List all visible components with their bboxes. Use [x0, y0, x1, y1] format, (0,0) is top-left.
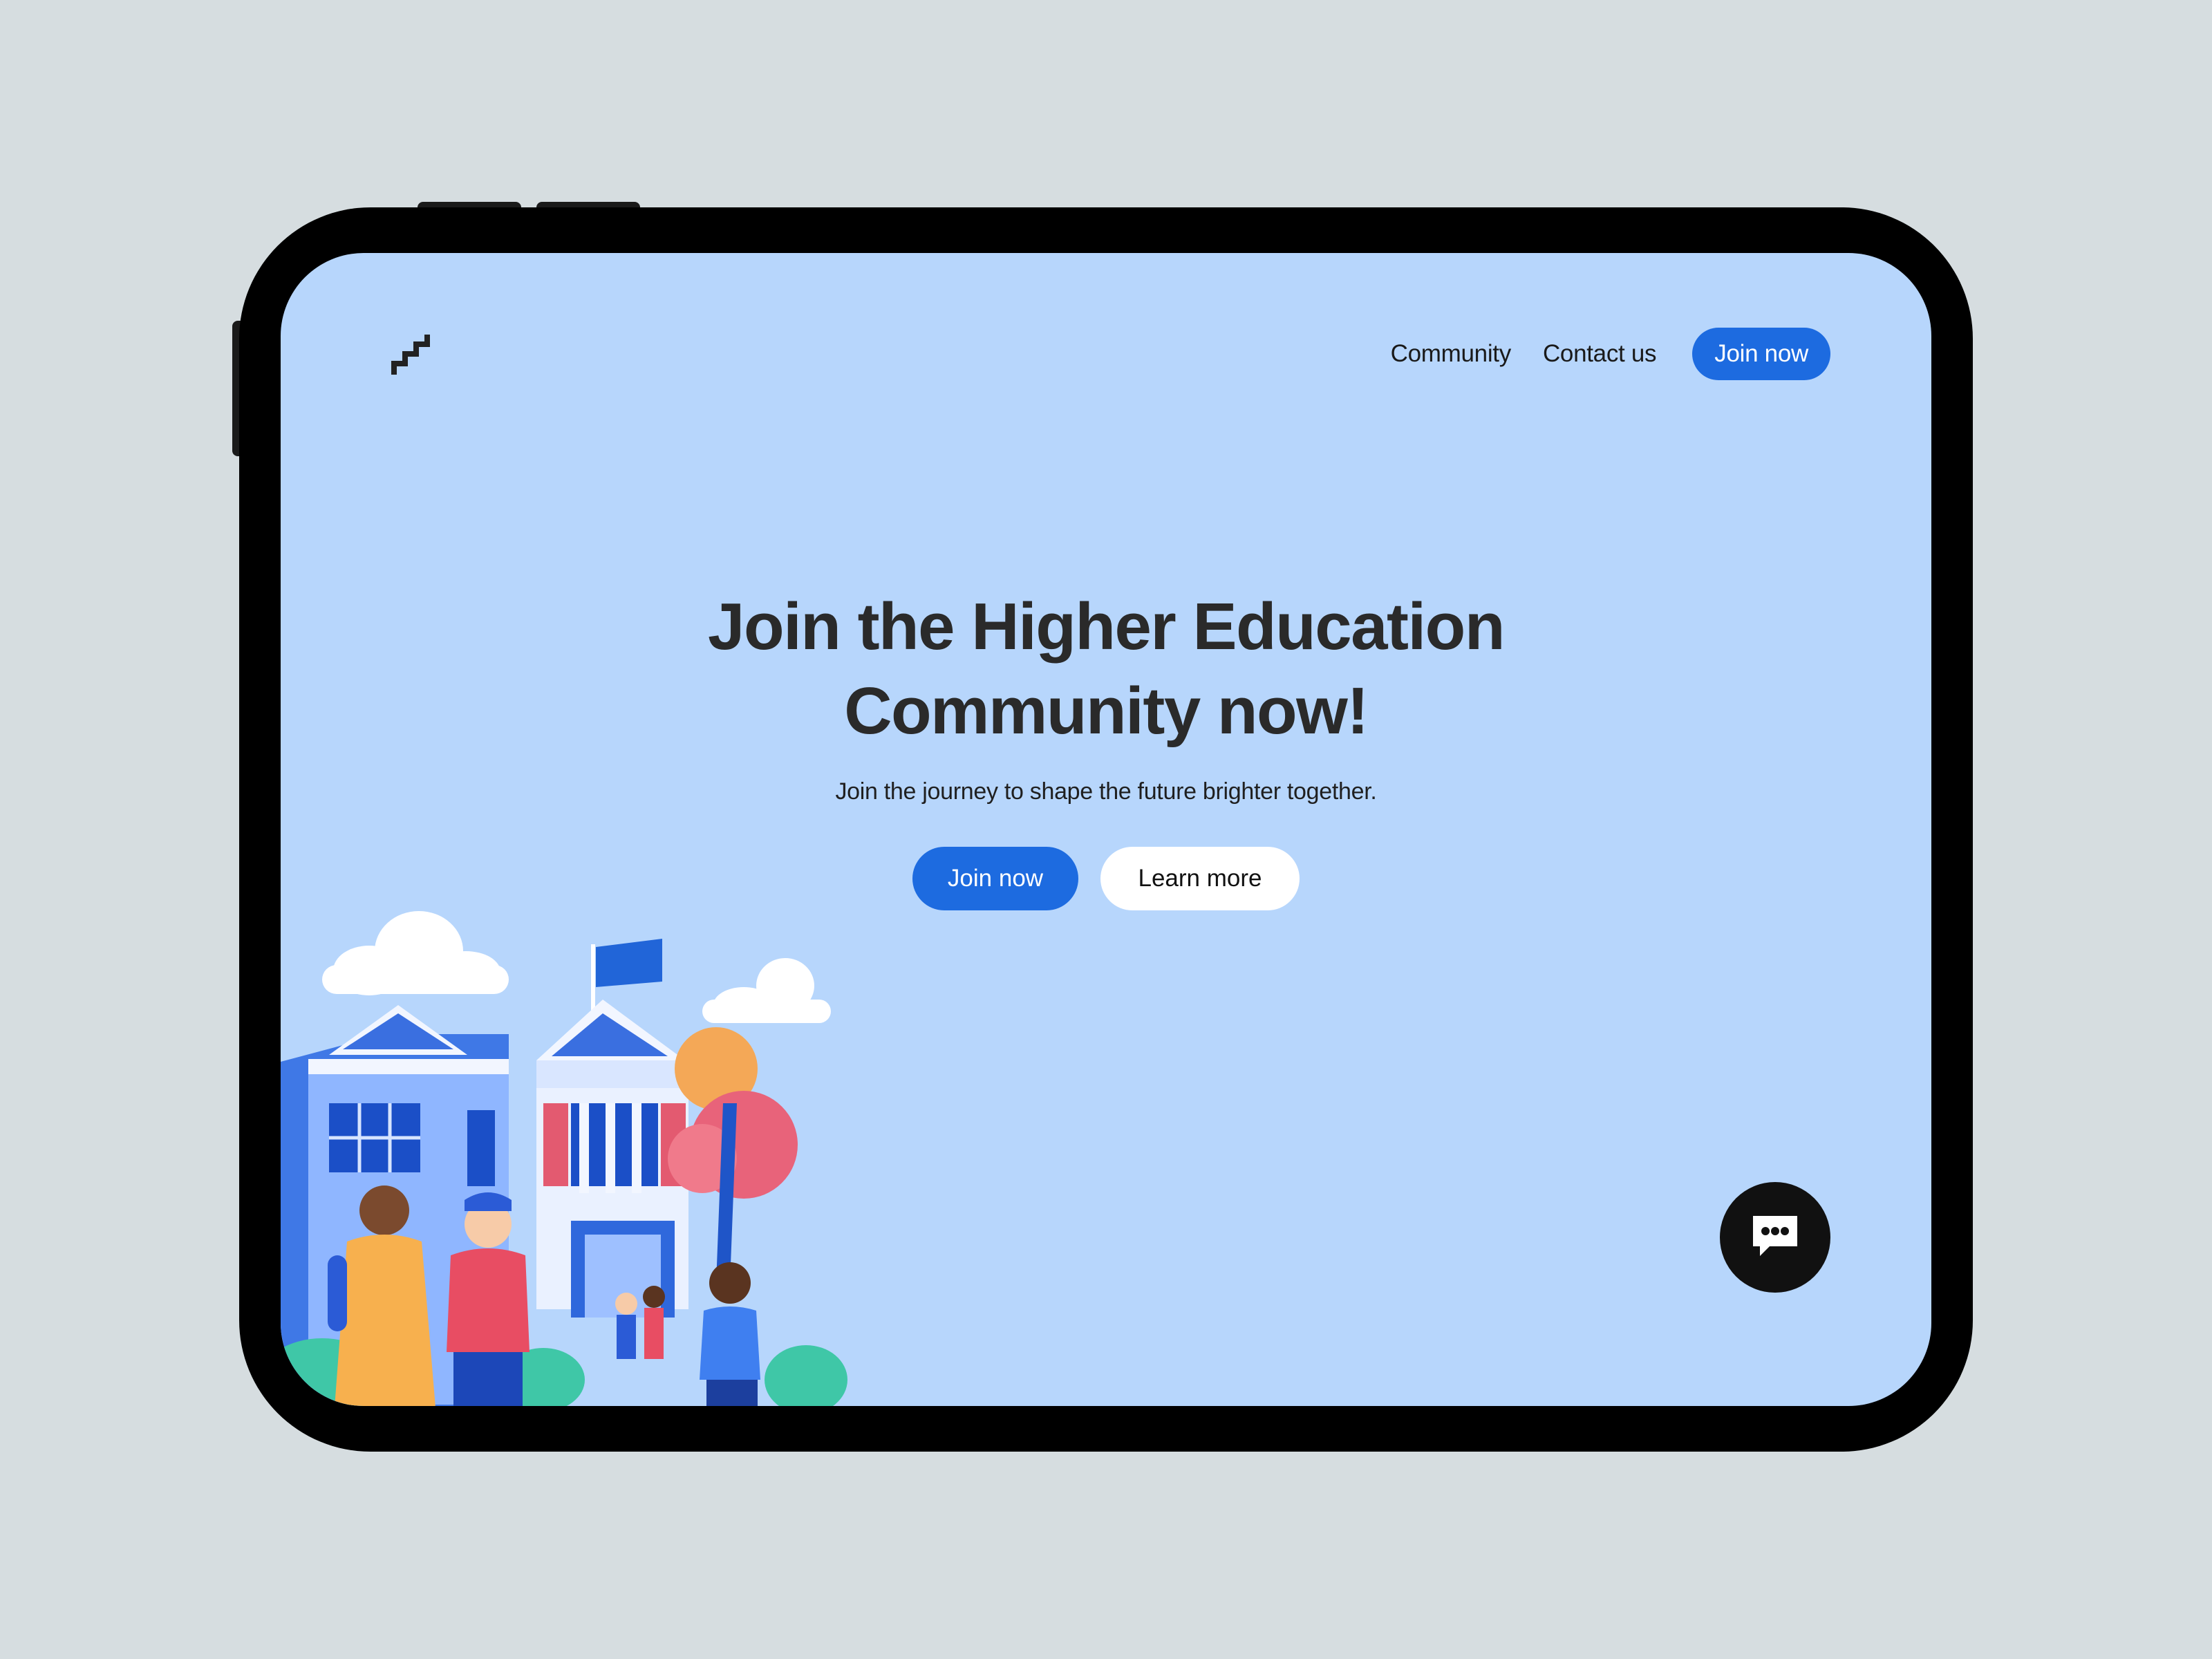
student-figure — [700, 1262, 760, 1406]
nav-community-link[interactable]: Community — [1391, 340, 1512, 368]
chat-bubble-icon — [1753, 1216, 1797, 1256]
screen: Community Contact us Join now Join the H… — [281, 253, 1931, 1406]
stairs-logo-icon[interactable] — [391, 332, 431, 377]
campus-students-illustration — [281, 896, 847, 1406]
hero-subtitle: Join the journey to shape the future bri… — [835, 778, 1377, 805]
cloud-icon — [322, 911, 509, 995]
learn-more-button[interactable]: Learn more — [1100, 847, 1300, 910]
hero-title-line: Join the Higher Education — [708, 590, 1505, 664]
hero-section: Join the Higher Education Community now!… — [281, 585, 1931, 910]
hero-title-line: Community now! — [844, 674, 1369, 748]
cloud-icon — [702, 958, 831, 1023]
top-nav: Community Contact us Join now — [1391, 328, 1830, 380]
nav-contact-link[interactable]: Contact us — [1543, 340, 1657, 368]
nav-join-button[interactable]: Join now — [1692, 328, 1830, 380]
chat-button[interactable] — [1720, 1182, 1830, 1293]
join-now-button[interactable]: Join now — [912, 847, 1078, 910]
hero-title: Join the Higher Education Community now! — [281, 585, 1931, 753]
